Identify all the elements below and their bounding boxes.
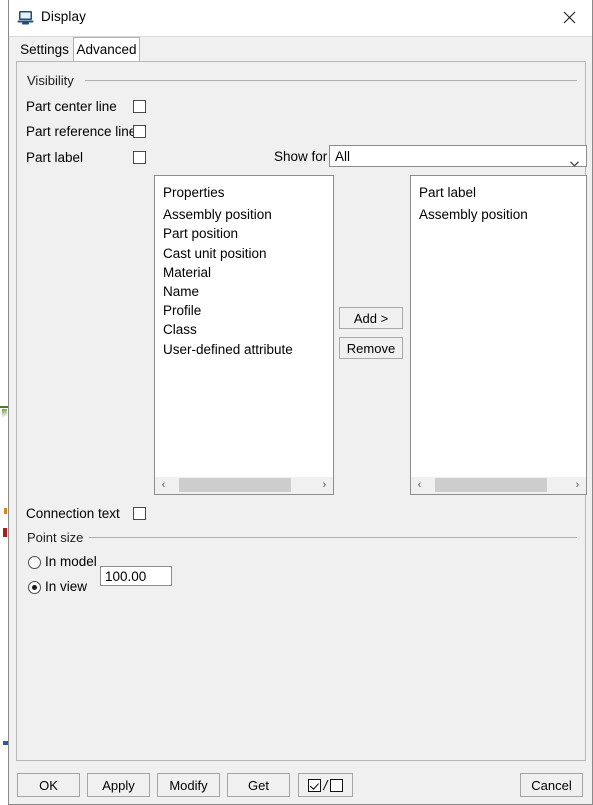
point-size-in-model-label: In model bbox=[45, 554, 97, 569]
selected-list-scroll-thumb[interactable] bbox=[435, 478, 547, 492]
scroll-right-arrow-icon[interactable]: › bbox=[569, 477, 586, 493]
part-center-line-label: Part center line bbox=[26, 99, 117, 114]
tab-strip: Settings Advanced bbox=[9, 37, 592, 61]
chevron-down-icon bbox=[570, 154, 579, 167]
get-button-label: Get bbox=[248, 777, 269, 793]
display-monitor-icon bbox=[17, 10, 34, 25]
toggle-select-all-button[interactable]: / bbox=[298, 773, 353, 797]
scroll-left-arrow-icon[interactable]: ‹ bbox=[411, 477, 428, 493]
modify-button[interactable]: Modify bbox=[157, 773, 220, 797]
point-size-group-label: Point size bbox=[27, 530, 90, 545]
visibility-group-line bbox=[85, 80, 577, 81]
list-item[interactable]: Cast unit position bbox=[163, 244, 333, 263]
bg-artifact-orange bbox=[4, 508, 7, 514]
add-button-label: Add > bbox=[353, 310, 389, 326]
list-item[interactable]: Assembly position bbox=[163, 205, 333, 224]
apply-button[interactable]: Apply bbox=[87, 773, 150, 797]
part-reference-line-label: Part reference line bbox=[26, 124, 137, 139]
tab-settings-label: Settings bbox=[20, 41, 69, 57]
bg-artifact-green-dots bbox=[2, 409, 7, 423]
selected-properties-listbox[interactable]: Part label Assembly position ‹ › bbox=[410, 175, 587, 495]
list-item[interactable]: User-defined attribute bbox=[163, 340, 333, 359]
bg-artifact-red bbox=[3, 528, 7, 537]
remove-button-label: Remove bbox=[346, 340, 396, 356]
show-for-label: Show for bbox=[274, 149, 328, 164]
cancel-button[interactable]: Cancel bbox=[520, 773, 583, 797]
connection-text-checkbox[interactable] bbox=[133, 507, 146, 520]
available-list-hscrollbar[interactable]: ‹ › bbox=[155, 476, 333, 494]
apply-button-label: Apply bbox=[102, 777, 135, 793]
tab-panel-advanced: Visibility Part center line Part referen… bbox=[16, 61, 587, 761]
point-size-group-line bbox=[87, 537, 577, 538]
part-center-line-checkbox[interactable] bbox=[133, 100, 146, 113]
list-item[interactable]: Material bbox=[163, 263, 333, 282]
point-size-in-view-label: In view bbox=[45, 579, 88, 594]
list-item[interactable]: Name bbox=[163, 282, 333, 301]
available-properties-items: Properties Assembly position Part positi… bbox=[155, 176, 333, 477]
add-button[interactable]: Add > bbox=[339, 307, 403, 329]
list-item[interactable]: Profile bbox=[163, 301, 333, 320]
scroll-left-arrow-icon[interactable]: ‹ bbox=[155, 477, 172, 493]
list-item[interactable]: Assembly position bbox=[419, 205, 586, 224]
list-item[interactable]: Part position bbox=[163, 224, 333, 243]
list-item[interactable]: Properties bbox=[163, 183, 333, 202]
list-item[interactable]: Class bbox=[163, 320, 333, 339]
part-label-checkbox[interactable] bbox=[133, 151, 146, 164]
available-properties-listbox[interactable]: Properties Assembly position Part positi… bbox=[154, 175, 334, 495]
part-reference-line-checkbox[interactable] bbox=[133, 125, 146, 138]
display-dialog-window: Display Settings Advanced Visibility Par… bbox=[8, 0, 593, 805]
get-button[interactable]: Get bbox=[227, 773, 290, 797]
selected-list-hscrollbar[interactable]: ‹ › bbox=[411, 476, 586, 494]
scroll-right-arrow-icon[interactable]: › bbox=[316, 477, 333, 493]
dialog-button-bar: OK Apply Modify Get / Cancel bbox=[9, 764, 592, 804]
tab-advanced[interactable]: Advanced bbox=[73, 37, 140, 61]
list-item[interactable]: Part label bbox=[419, 183, 586, 202]
tab-advanced-label: Advanced bbox=[76, 42, 137, 57]
tab-settings[interactable]: Settings bbox=[16, 37, 73, 61]
modify-button-label: Modify bbox=[169, 777, 208, 793]
visibility-group-label: Visibility bbox=[27, 73, 80, 88]
checked-checkbox-icon bbox=[307, 778, 321, 792]
point-size-in-view-radio[interactable] bbox=[28, 581, 41, 594]
show-for-dropdown[interactable]: All bbox=[329, 145, 587, 167]
remove-button[interactable]: Remove bbox=[339, 337, 403, 359]
available-list-scroll-thumb[interactable] bbox=[179, 478, 291, 492]
cancel-button-label: Cancel bbox=[531, 777, 572, 793]
title-bar: Display bbox=[9, 0, 592, 37]
part-label-label: Part label bbox=[26, 150, 84, 165]
close-icon[interactable] bbox=[546, 0, 592, 35]
window-title: Display bbox=[41, 9, 86, 24]
unchecked-checkbox-icon bbox=[330, 778, 344, 792]
slash-separator: / bbox=[323, 777, 328, 793]
bg-artifact-green bbox=[0, 406, 8, 408]
ok-button-label: OK bbox=[39, 777, 58, 793]
ok-button[interactable]: OK bbox=[17, 773, 80, 797]
selected-properties-items: Part label Assembly position bbox=[411, 176, 586, 477]
point-size-input[interactable]: 100.00 bbox=[100, 566, 172, 586]
connection-text-label: Connection text bbox=[26, 506, 120, 521]
show-for-value: All bbox=[335, 149, 351, 164]
point-size-in-model-radio[interactable] bbox=[28, 556, 41, 569]
